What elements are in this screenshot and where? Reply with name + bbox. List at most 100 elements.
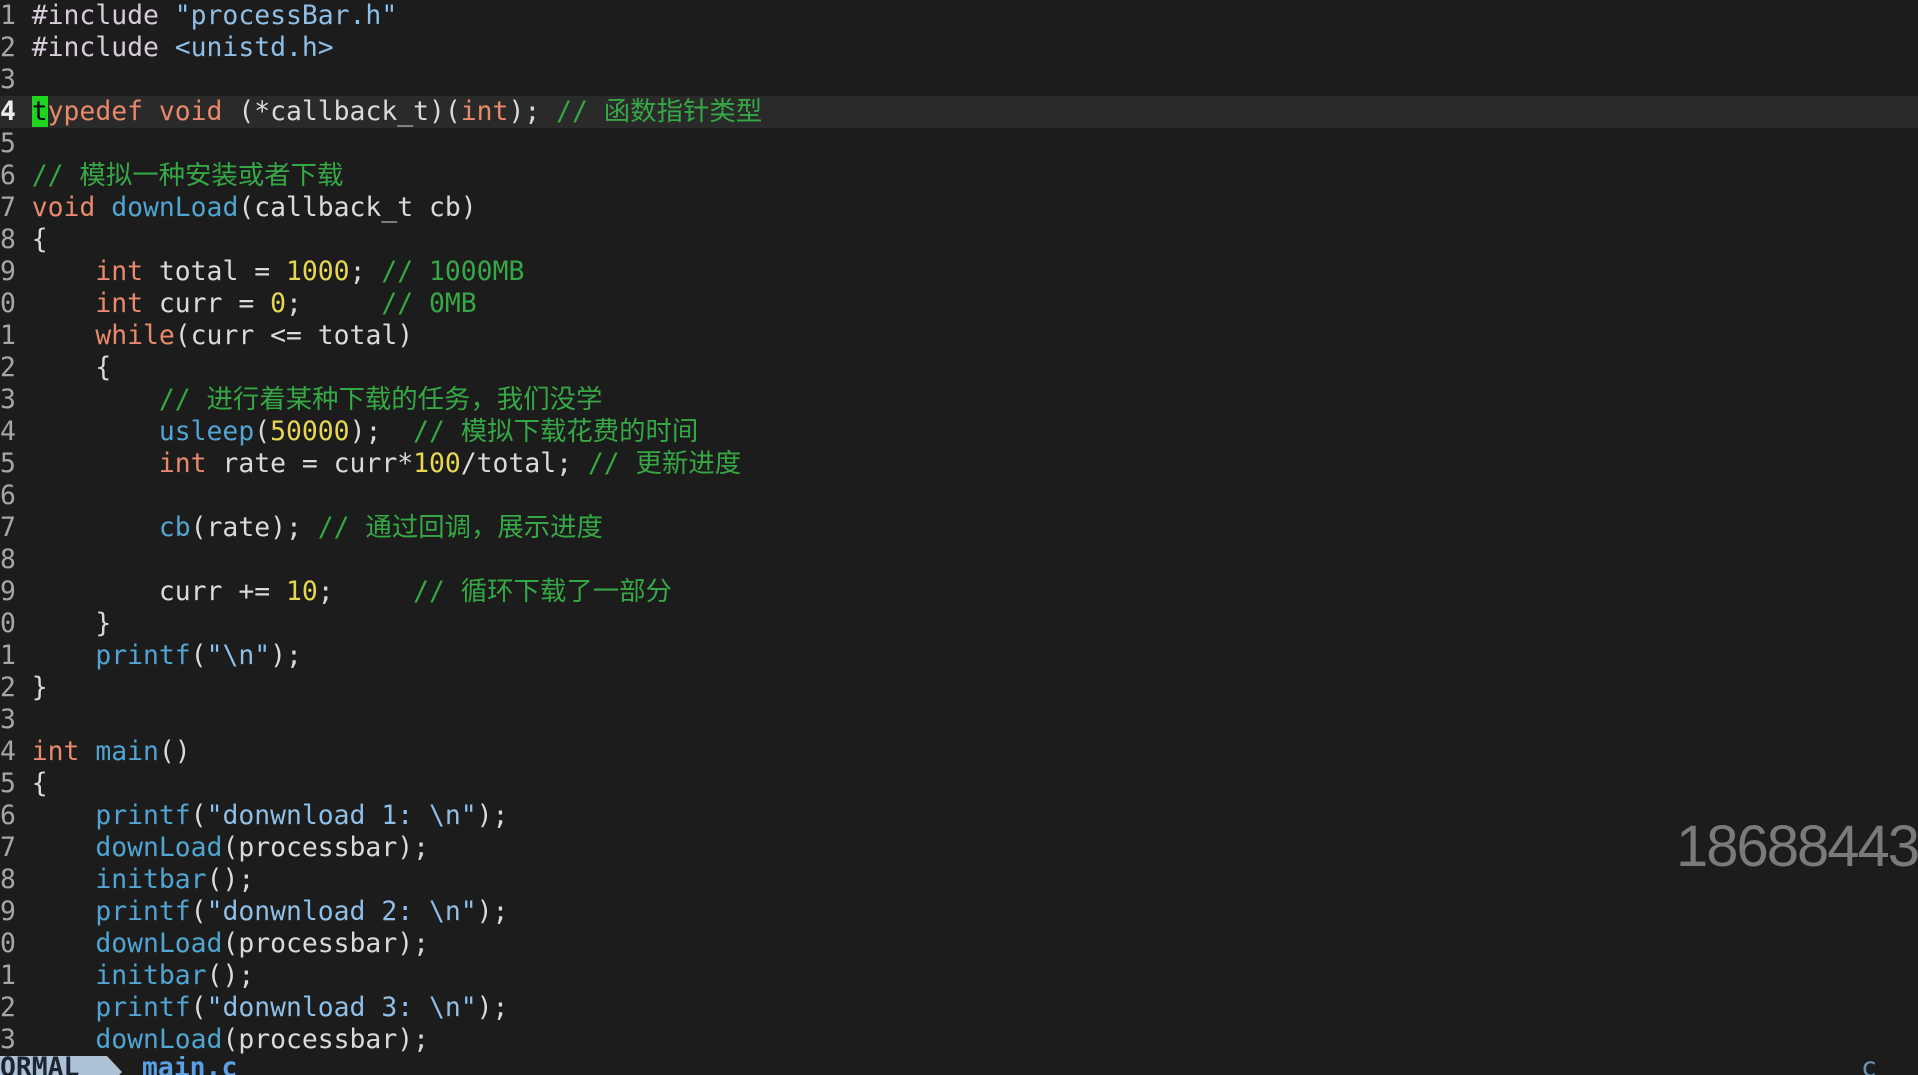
code-line[interactable]: 2 printf("donwnload 3: \n");: [0, 992, 1918, 1024]
keyword: void: [31, 192, 96, 223]
line-number: 1: [0, 640, 16, 671]
line-number: 2: [0, 352, 16, 383]
string-literal: <unistd.h>: [174, 32, 334, 63]
function-name: usleep: [158, 416, 255, 447]
code-line[interactable]: 7 cb(rate); // 通过回调，展示进度: [0, 512, 1918, 544]
line-number: 8: [0, 544, 16, 575]
comment: // 模拟一种安装或者下载: [31, 160, 344, 191]
comment: // 循环下载了一部分: [413, 576, 672, 607]
code-line[interactable]: 9 printf("donwnload 2: \n");: [0, 896, 1918, 928]
line-text: #include <unistd.h>: [32, 32, 334, 64]
code-text: (: [190, 640, 207, 671]
keyword: int: [31, 736, 80, 767]
code-line[interactable]: 2 #include <unistd.h>: [0, 32, 1918, 64]
code-line[interactable]: 1 initbar();: [0, 960, 1918, 992]
comment: // 更新进度: [587, 448, 742, 479]
line-number: 9: [0, 256, 16, 287]
code-text: (rate);: [190, 512, 318, 543]
line-text: void downLoad(callback_t cb): [32, 192, 477, 224]
function-name: cb: [158, 512, 191, 543]
code-line[interactable]: 5 int rate = curr*100/total; // 更新进度: [0, 448, 1918, 480]
code-line[interactable]: 6: [0, 480, 1918, 512]
code-text: );: [476, 800, 509, 831]
code-text: );: [349, 416, 414, 447]
code-line[interactable]: 0 int curr = 0; // 0MB: [0, 288, 1918, 320]
code-line[interactable]: 4 int main(): [0, 736, 1918, 768]
line-text: // 模拟一种安装或者下载: [32, 160, 344, 192]
code-line[interactable]: 8{: [0, 224, 1918, 256]
code-text: total =: [143, 256, 286, 287]
preprocessor-directive: #include: [31, 32, 159, 63]
function-name: initbar: [95, 960, 207, 991]
line-text: printf("donwnload 3: \n");: [32, 992, 508, 1024]
line-text: printf("donwnload 1: \n");: [32, 800, 509, 832]
code-line[interactable]: 6 // 模拟一种安装或者下载: [0, 160, 1918, 192]
code-text: {: [31, 352, 112, 383]
number-literal: 1000: [286, 256, 350, 287]
code-line[interactable]: 9 curr += 10; // 循环下载了一部分: [0, 576, 1918, 608]
code-text: ();: [206, 960, 255, 991]
function-name: downLoad: [111, 192, 239, 223]
code-line[interactable]: 3 downLoad(processbar);: [0, 1024, 1918, 1056]
line-number: 9: [0, 896, 16, 927]
code-line[interactable]: 4 typedef void (*callback_t)(int); // 函数指…: [0, 96, 1918, 128]
line-number: 4: [0, 96, 16, 127]
line-text: usleep(50000); // 模拟下载花费的时间: [32, 416, 699, 448]
code-line[interactable]: 3: [0, 64, 1918, 96]
code-text: {: [31, 224, 48, 255]
code-line[interactable]: 1 printf("\n");: [0, 640, 1918, 672]
code-line[interactable]: 2}: [0, 672, 1918, 704]
code-line[interactable]: 8 initbar();: [0, 864, 1918, 896]
comment: // 模拟下载花费的时间: [413, 416, 699, 447]
string-literal: "donwnload 3: \n": [206, 992, 477, 1023]
number-literal: 50000: [270, 416, 350, 447]
line-number: 4: [0, 736, 16, 767]
code-line[interactable]: 8: [0, 544, 1918, 576]
code-line[interactable]: 7 downLoad(processbar);: [0, 832, 1918, 864]
file-type: c: [1861, 1056, 1877, 1075]
line-number: 2: [0, 992, 16, 1023]
keyword: int: [158, 448, 207, 479]
code-line[interactable]: 6 printf("donwnload 1: \n");: [0, 800, 1918, 832]
function-name: main: [95, 736, 159, 767]
code-line[interactable]: 1 while(curr <= total): [0, 320, 1918, 352]
code-line[interactable]: 3 // 进行着某种下载的任务，我们没学: [0, 384, 1918, 416]
line-text: {: [32, 352, 111, 384]
code-editor[interactable]: 1 #include "processBar.h" 2 #include <unist…: [0, 0, 1918, 1056]
code-line[interactable]: 7 void downLoad(callback_t cb): [0, 192, 1918, 224]
code-line[interactable]: 2 {: [0, 352, 1918, 384]
code-text: (callback_t cb): [238, 192, 477, 223]
string-literal: "donwnload 2: \n": [206, 896, 477, 927]
line-text: // 进行着某种下载的任务，我们没学: [32, 384, 603, 416]
line-text: int main(): [32, 736, 191, 768]
preprocessor-directive: #include: [31, 0, 159, 31]
code-line[interactable]: 9 int total = 1000; // 1000MB: [0, 256, 1918, 288]
code-text: curr =: [143, 288, 271, 319]
code-line[interactable]: 3: [0, 704, 1918, 736]
code-line[interactable]: 0 }: [0, 608, 1918, 640]
line-text: #include "processBar.h": [32, 0, 397, 32]
line-number: 7: [0, 512, 16, 543]
code-line[interactable]: 5: [0, 128, 1918, 160]
code-line[interactable]: 4 usleep(50000); // 模拟下载花费的时间: [0, 416, 1918, 448]
code-line[interactable]: 0 downLoad(processbar);: [0, 928, 1918, 960]
code-line[interactable]: 5{: [0, 768, 1918, 800]
code-text: (): [158, 736, 191, 767]
line-number: 6: [0, 800, 16, 831]
line-number: 3: [0, 704, 16, 735]
function-name: printf: [95, 800, 191, 831]
string-literal: "\n": [206, 640, 271, 671]
line-text: curr += 10; // 循环下载了一部分: [32, 576, 672, 608]
line-number: 4: [0, 416, 16, 447]
code-line[interactable]: 1 #include "processBar.h": [0, 0, 1918, 32]
